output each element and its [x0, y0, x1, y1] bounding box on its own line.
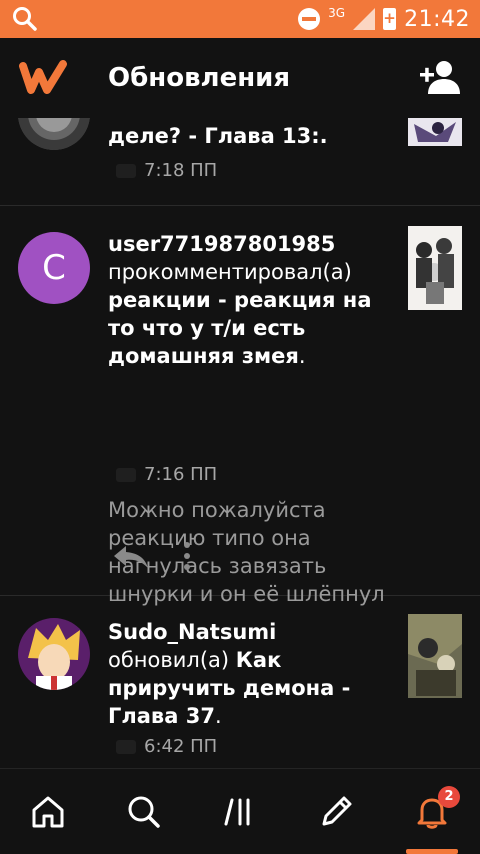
- timestamp: 6:42 ПП: [144, 736, 218, 757]
- search-icon: [128, 796, 160, 828]
- nav-search[interactable]: [114, 782, 174, 842]
- notification-item[interactable]: деле? - Глава 13:. 7:18 ПП: [0, 118, 480, 206]
- title-suffix: .: [298, 344, 306, 368]
- add-user-icon: [420, 61, 460, 94]
- clock-icon: [116, 467, 136, 482]
- clock-icon: [116, 739, 136, 754]
- notification-item[interactable]: Sudo_Natsumi обновил(а) Как приручить де…: [0, 596, 480, 768]
- title-suffix: .: [214, 704, 222, 728]
- username[interactable]: Sudo_Natsumi: [108, 620, 276, 644]
- notification-badge: 2: [438, 785, 460, 808]
- story-cover[interactable]: [408, 614, 462, 698]
- username[interactable]: user771987801985: [108, 232, 335, 256]
- signal-icon: [353, 8, 376, 30]
- notifications-feed[interactable]: деле? - Глава 13:. 7:18 ПП C user7719878…: [0, 118, 480, 768]
- avatar[interactable]: C: [18, 232, 90, 304]
- add-user-button[interactable]: [418, 56, 462, 100]
- active-tab-indicator: [406, 848, 458, 854]
- more-options-button[interactable]: [180, 540, 194, 576]
- action-text: обновил(а): [108, 648, 230, 672]
- home-icon: [32, 796, 64, 827]
- story-cover[interactable]: [408, 118, 462, 146]
- bottom-navigation: 2: [0, 768, 480, 854]
- avatar-letter: C: [42, 248, 66, 288]
- library-icon: [224, 798, 250, 825]
- comment-text: Можно пожалуйста реакцию типо она нагнул…: [108, 498, 385, 606]
- timestamp-row: 6:42 ПП: [116, 736, 217, 757]
- clock-icon: [116, 163, 136, 178]
- reply-button[interactable]: [112, 542, 150, 576]
- do-not-disturb-icon: [298, 8, 321, 30]
- story-title[interactable]: реакции - реакция на то что у т/и есть д…: [108, 288, 371, 368]
- network-type: 3G: [328, 6, 346, 20]
- avatar[interactable]: [18, 118, 90, 150]
- page-title: Обновления: [108, 63, 291, 93]
- story-cover[interactable]: [408, 226, 462, 310]
- more-vertical-icon: [184, 542, 190, 570]
- timestamp: 7:18 ПП: [144, 160, 218, 181]
- app-bar: Обновления: [0, 38, 480, 118]
- timestamp-row: 7:18 ПП: [116, 160, 217, 181]
- clock: 21:42: [404, 6, 470, 32]
- notification-item[interactable]: C user771987801985 прокомментировал(а) р…: [0, 206, 480, 606]
- nav-home[interactable]: [18, 782, 78, 842]
- status-bar: 3G 21:42: [0, 0, 480, 38]
- notification-text: деле? - Глава 13:.: [108, 122, 398, 150]
- timestamp-row: 7:16 ПП: [116, 464, 217, 485]
- pencil-icon: [322, 796, 352, 825]
- story-title-partial[interactable]: деле? - Глава 13:.: [108, 124, 328, 148]
- action-text: прокомментировал(а): [108, 260, 352, 284]
- nav-write[interactable]: [306, 782, 366, 842]
- timestamp: 7:16 ПП: [144, 464, 218, 485]
- notification-text: Sudo_Natsumi обновил(а) Как приручить де…: [108, 618, 398, 730]
- nav-notifications[interactable]: 2: [402, 782, 462, 854]
- battery-charging-icon: [383, 8, 397, 30]
- reply-arrow-icon: [114, 546, 148, 568]
- avatar[interactable]: [18, 618, 90, 690]
- nav-library[interactable]: [210, 782, 270, 842]
- search-icon[interactable]: [10, 4, 40, 34]
- notification-text: user771987801985 прокомментировал(а) реа…: [108, 230, 398, 370]
- wattpad-logo-icon[interactable]: [18, 53, 68, 103]
